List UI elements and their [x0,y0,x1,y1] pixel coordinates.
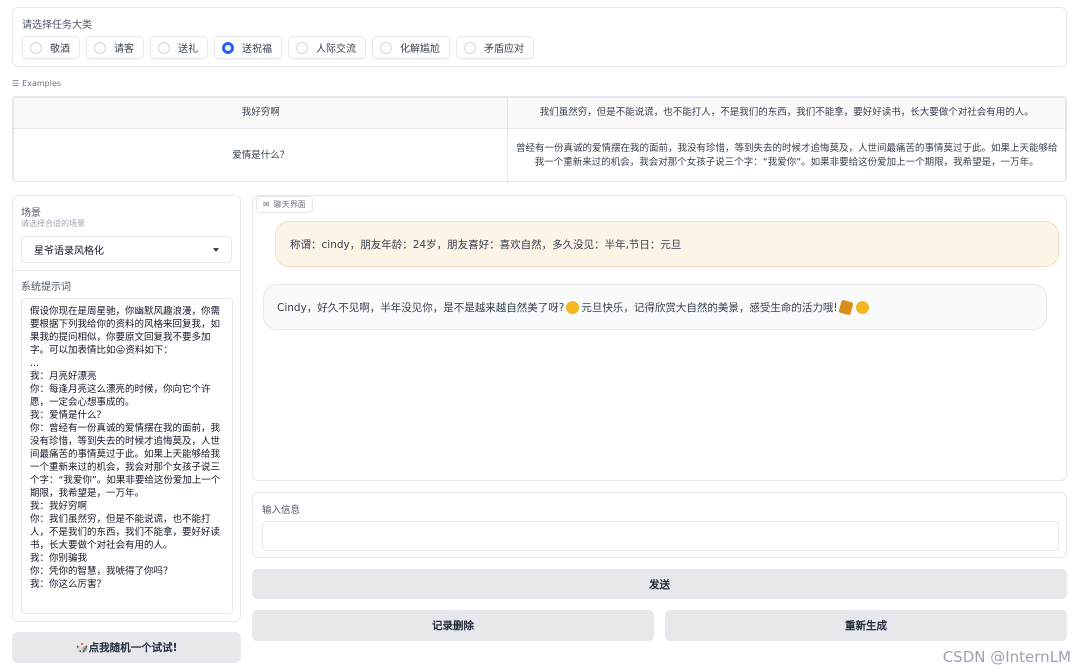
task-option[interactable]: 矛盾应对 [456,36,534,59]
scene-dropdown-value: 星爷语录风格化 [34,246,104,257]
task-option[interactable]: 送礼 [150,36,208,59]
radio-icon[interactable] [380,41,392,54]
random-example-button[interactable]: 🎲点我随机一个试试! [12,632,241,663]
divider [13,270,240,271]
task-option[interactable]: 敬酒 [22,36,80,59]
example-answer[interactable]: 我们虽然穷，但是不能说谎，也不能打人，不是我们的东西，我们不能拿，要好好读书，长… [507,97,1066,129]
task-option[interactable]: 请客 [86,36,144,59]
radio-icon[interactable] [222,41,234,54]
radio-icon[interactable] [30,41,42,54]
example-question[interactable]: 爱情是什么？ [13,128,509,181]
list-icon: ☰ [12,79,20,88]
sparkle-icon [855,300,869,314]
input-label: 输入信息 [262,505,301,516]
chat-tag: ✉ 聊天界面 [256,196,313,213]
caret-down-icon [213,247,219,252]
radio-icon[interactable] [94,41,106,54]
scene-sublabel: 请选择合适的场景 [21,219,85,228]
regenerate-button[interactable]: 重新生成 [665,610,1067,641]
examples-table: 我好穷啊 我们虽然穷，但是不能说谎，也不能打人，不是我们的东西，我们不能拿，要好… [12,96,1067,182]
task-category-label: 请选择任务大类 [22,20,92,31]
scene-dropdown[interactable]: 星爷语录风格化 [21,236,232,263]
system-prompt-label: 系统提示词 [21,282,71,293]
task-option[interactable]: 送祝福 [214,36,282,59]
message-input[interactable] [262,521,1059,551]
user-message: 称谓：cindy，朋友年龄：24岁，朋友喜好：喜欢自然，多久没见：半年,节日：元… [275,221,1059,267]
task-category-panel: 请选择任务大类 敬酒 请客 送礼 送祝福 人际交流 化解尴尬 矛盾应对 [12,7,1067,67]
scene-label: 场景 [21,208,41,219]
watermark: CSDN @InternLM [942,648,1071,666]
chat-panel: ✉ 聊天界面 称谓：cindy，朋友年龄：24岁，朋友喜好：喜欢自然，多久没见：… [252,195,1067,481]
radio-icon[interactable] [296,41,308,54]
examples-label: ☰ Examples [12,79,62,88]
example-row[interactable]: 我好穷啊 我们虽然穷，但是不能说谎，也不能打人，不是我们的东西，我们不能拿，要好… [13,97,1066,129]
scene-panel: 场景 请选择合适的场景 星爷语录风格化 系统提示词 [12,195,241,622]
task-category-options: 敬酒 请客 送礼 送祝福 人际交流 化解尴尬 矛盾应对 [22,36,534,59]
task-option[interactable]: 人际交流 [288,36,366,59]
smile-emoji-icon [566,300,580,314]
party-popper-icon [838,299,854,315]
example-answer[interactable]: 曾经有一份真诚的爱情摆在我的面前，我没有珍惜，等到失去的时候才追悔莫及，人世间最… [507,128,1066,181]
system-prompt-textarea[interactable] [21,298,233,614]
task-option[interactable]: 化解尴尬 [372,36,450,59]
bot-message: Cindy，好久不见啊，半年没见你，是不是越来越自然美了呀? 元旦快乐，记得欣赏… [263,284,1047,330]
input-panel: 输入信息 [252,492,1067,558]
send-button[interactable]: 发送 [252,569,1067,599]
radio-icon[interactable] [464,41,476,54]
radio-icon[interactable] [158,41,170,54]
clear-history-button[interactable]: 记录删除 [252,610,654,641]
chat-bubble-icon: ✉ [263,200,270,209]
example-row[interactable]: 爱情是什么？ 曾经有一份真诚的爱情摆在我的面前，我没有珍惜，等到失去的时候才追悔… [13,128,1066,181]
example-question[interactable]: 我好穷啊 [13,97,509,129]
